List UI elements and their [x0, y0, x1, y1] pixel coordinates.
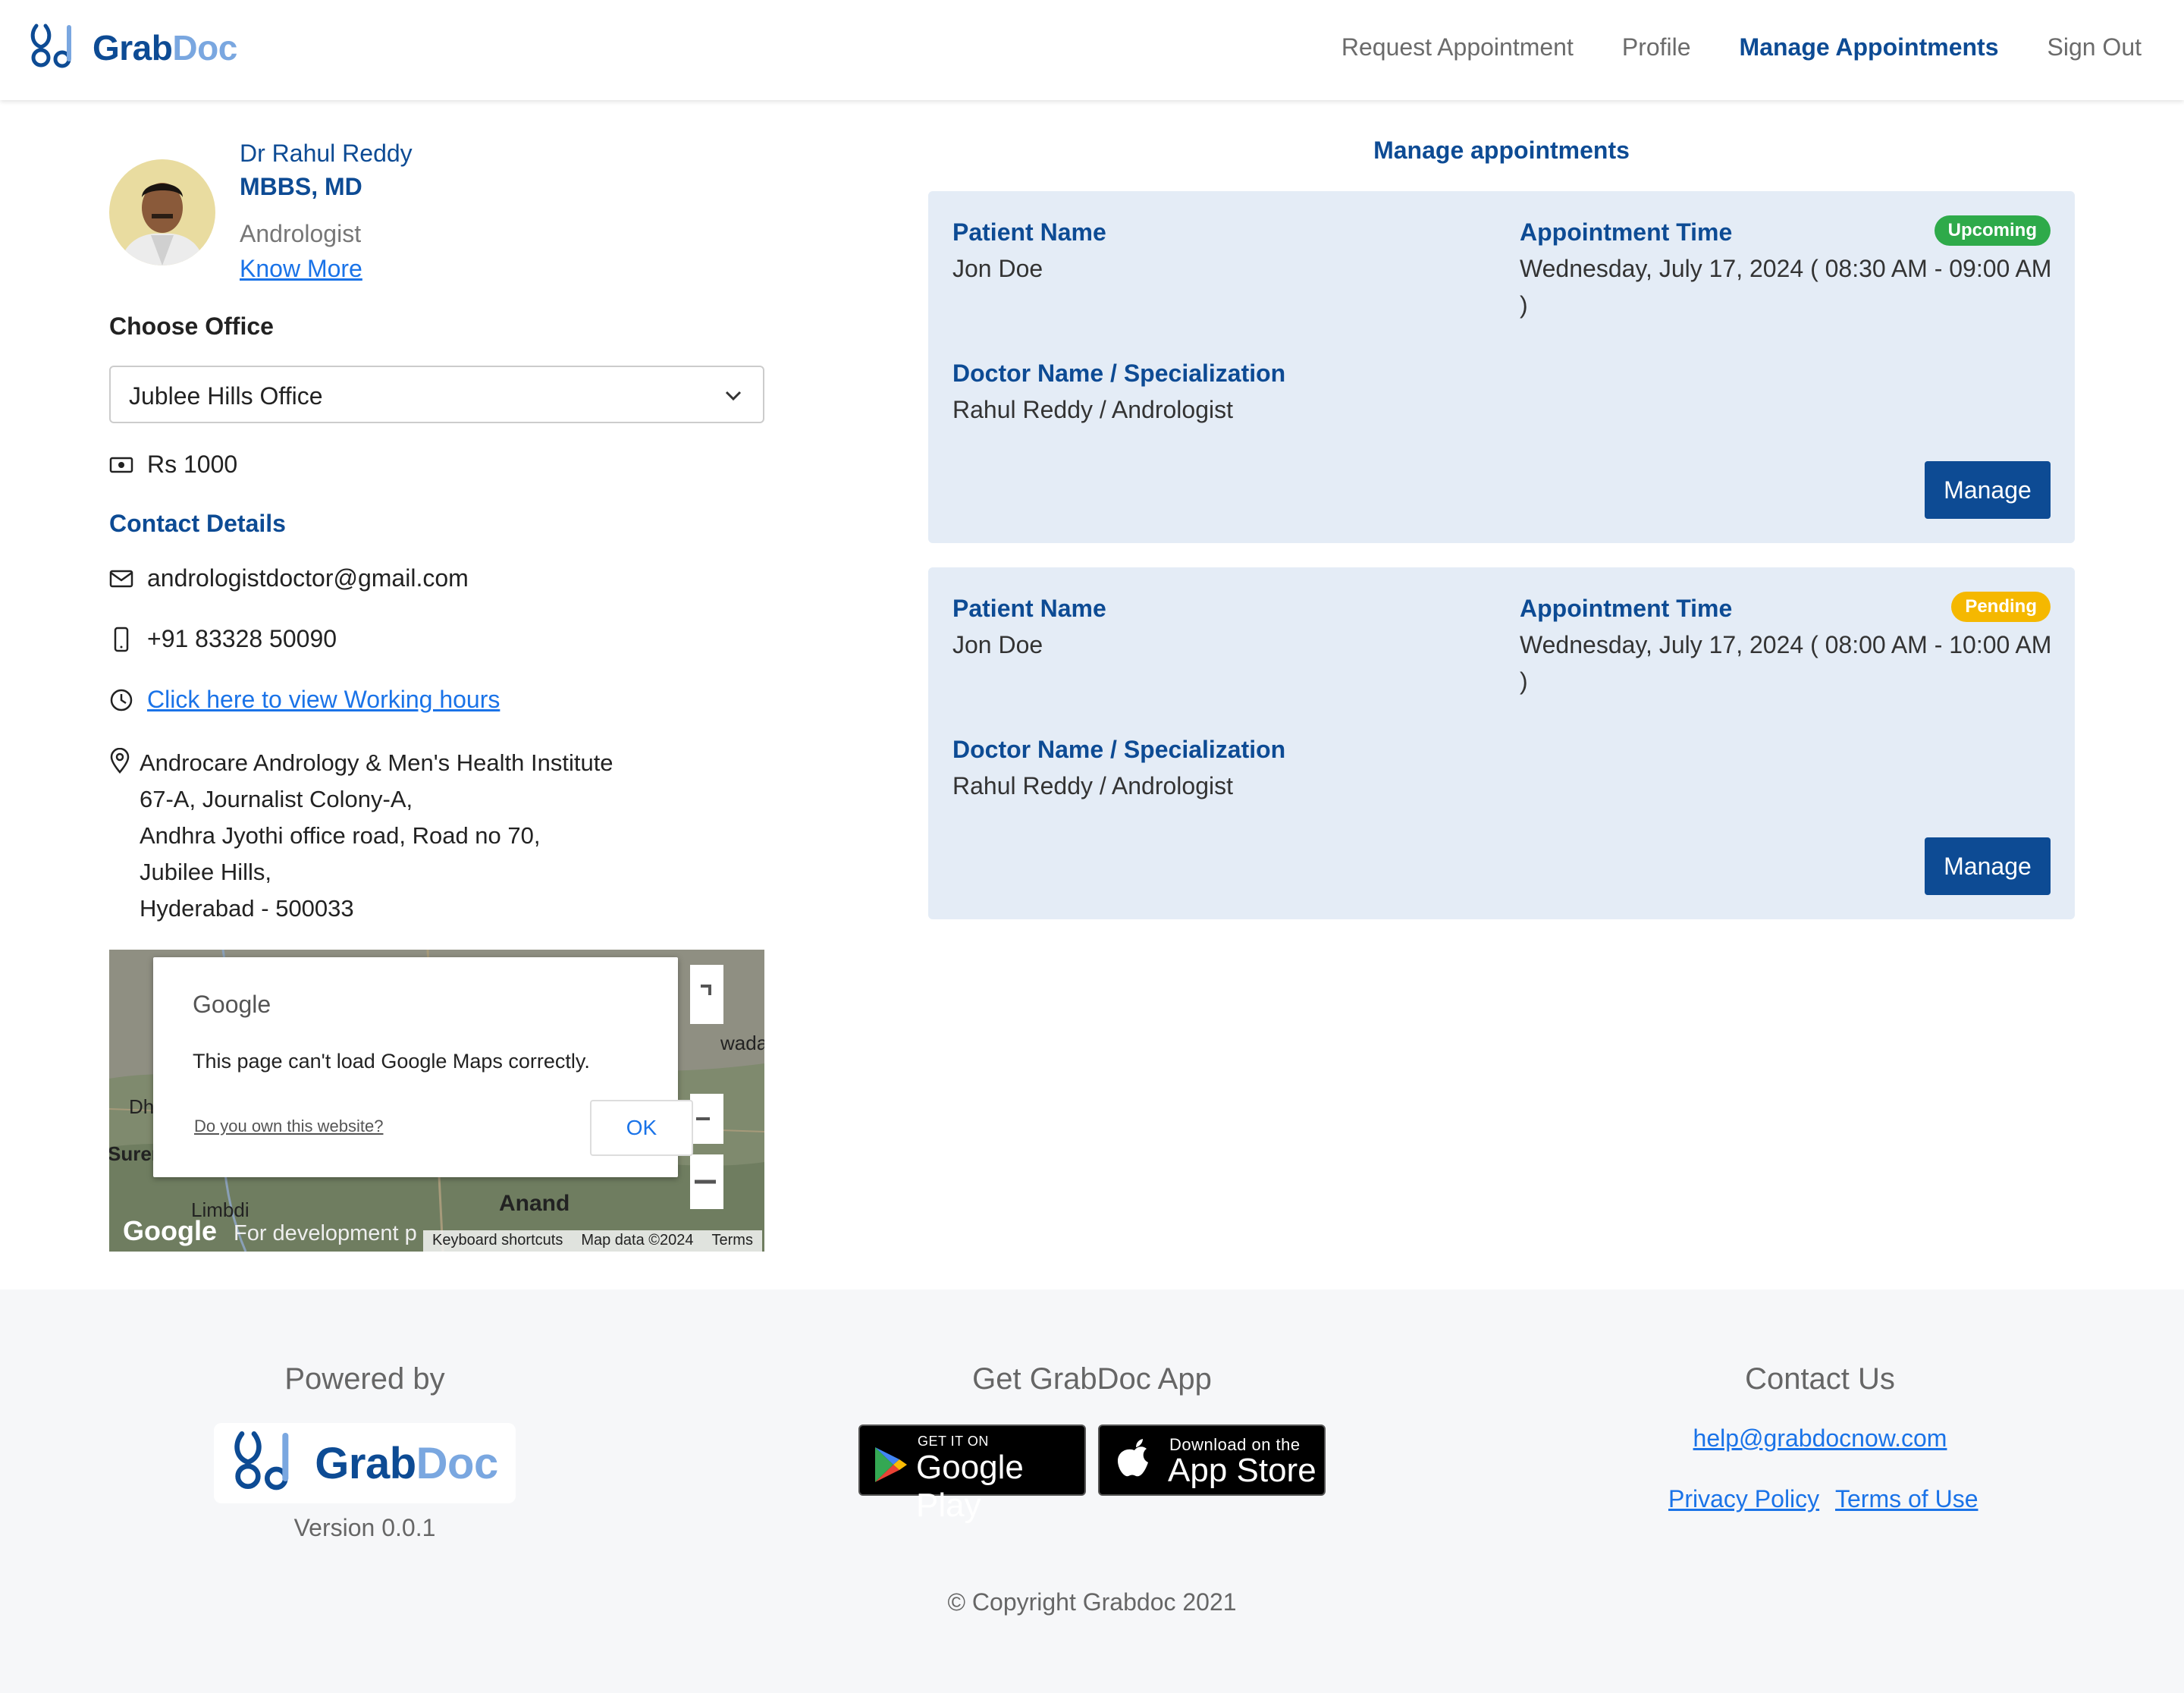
map-error-dialog: Google This page can't load Google Maps …: [153, 957, 693, 1177]
map-place-label: Dh: [129, 1095, 155, 1118]
know-more-link[interactable]: Know More: [240, 255, 362, 283]
chevron-down-icon: [725, 391, 742, 401]
doctor-specialization-label: Doctor Name / Specialization: [952, 360, 1286, 387]
terms-of-use-link[interactable]: Terms of Use: [1835, 1485, 1978, 1513]
patient-name-label: Patient Name: [952, 218, 1106, 246]
working-hours-row: Click here to view Working hours: [109, 686, 500, 714]
nav-sign-out[interactable]: Sign Out: [2047, 33, 2142, 61]
dialog-google-brand: Google: [193, 991, 271, 1018]
cash-icon: [109, 457, 133, 473]
doctor-specialization: Andrologist: [240, 220, 362, 247]
choose-office-label: Choose Office: [109, 313, 274, 340]
manage-button[interactable]: Manage: [1925, 837, 2051, 895]
nav-manage-appointments[interactable]: Manage Appointments: [1740, 33, 1999, 61]
appointment-time-label: Appointment Time: [1520, 595, 1733, 622]
map-zoom-in-button[interactable]: [690, 1094, 723, 1144]
dialog-ok-button[interactable]: OK: [590, 1100, 693, 1156]
patient-name: Jon Doe: [952, 631, 1043, 658]
contact-email-link[interactable]: help@grabdocnow.com: [1668, 1424, 1972, 1453]
map-place-label: Anand: [499, 1191, 570, 1216]
working-hours-link[interactable]: Click here to view Working hours: [147, 686, 500, 714]
location-pin-icon: [110, 748, 130, 774]
map-footer-bar: Keyboard shortcuts Map data ©2024 Terms: [423, 1230, 762, 1252]
office-select[interactable]: Jublee Hills Office: [109, 366, 764, 423]
manage-appointments-title: Manage appointments: [1373, 137, 1630, 164]
doctor-email: andrologistdoctor@gmail.com: [147, 564, 469, 592]
contact-details-title: Contact Details: [109, 510, 286, 537]
get-app-title: Get GrabDoc App: [972, 1362, 1212, 1396]
phone-row: +91 83328 50090: [109, 625, 337, 653]
fullscreen-icon: [701, 985, 711, 995]
doctor-specialization-value: Rahul Reddy / Andrologist: [952, 396, 1233, 423]
nav-request-appointment[interactable]: Request Appointment: [1341, 33, 1574, 61]
map-terms-link[interactable]: Terms: [712, 1232, 753, 1250]
appointment-card: Patient Name Jon Doe Appointment Time We…: [928, 191, 2075, 543]
office-select-value: Jublee Hills Office: [129, 382, 323, 410]
app-version: Version 0.0.1: [293, 1514, 436, 1541]
minus-icon: [695, 1179, 716, 1184]
patient-name-label: Patient Name: [952, 595, 1106, 622]
google-watermark: Google: [123, 1215, 217, 1246]
google-play-icon: [875, 1447, 907, 1482]
address-line: Hyderabad - 500033: [140, 895, 354, 922]
clock-icon: [110, 689, 133, 711]
map-place-label: wada: [720, 1032, 764, 1054]
app-store-badge[interactable]: Download on the App Store: [1098, 1424, 1326, 1496]
address-line: Androcare Andrology & Men's Health Insti…: [140, 749, 613, 776]
plus-icon: [696, 1117, 710, 1120]
doctor-degree: MBBS, MD: [240, 173, 362, 200]
dialog-message: This page can't load Google Maps correct…: [193, 1050, 590, 1073]
appointment-time-label: Appointment Time: [1520, 218, 1733, 246]
phone-icon: [114, 627, 129, 652]
patient-name: Jon Doe: [952, 255, 1043, 282]
top-navbar: GrabDoc Request Appointment Profile Mana…: [0, 0, 2184, 100]
privacy-policy-link[interactable]: Privacy Policy: [1668, 1485, 1819, 1513]
map-data-text: Map data ©2024: [581, 1232, 694, 1249]
footer-logo-text: GrabDoc: [315, 1438, 498, 1488]
doctor-specialization-value: Rahul Reddy / Andrologist: [952, 772, 1233, 799]
map-dev-text: For development p: [234, 1221, 417, 1245]
contact-us-title: Contact Us: [1745, 1362, 1895, 1396]
map-zoom-out-button[interactable]: [690, 1154, 723, 1209]
appointment-card: Patient Name Jon Doe Appointment Time We…: [928, 567, 2075, 919]
status-badge: Pending: [1951, 592, 2051, 622]
keyboard-shortcuts-link[interactable]: Keyboard shortcuts: [432, 1232, 563, 1250]
stethoscope-logo-icon: [30, 24, 71, 68]
doctor-specialization-label: Doctor Name / Specialization: [952, 736, 1286, 763]
apple-icon: [1118, 1439, 1148, 1477]
google-play-badge[interactable]: GET IT ON Google Play: [858, 1424, 1086, 1524]
stethoscope-logo-icon: [234, 1431, 289, 1490]
envelope-icon: [109, 570, 133, 587]
address-line: Jubilee Hills,: [140, 859, 272, 885]
powered-by-title: Powered by: [284, 1362, 445, 1396]
page-footer: Powered by GrabDoc Version 0.0.1 Get Gra…: [0, 1289, 2184, 1693]
own-website-link[interactable]: Do you own this website?: [194, 1117, 383, 1136]
copyright-text: © Copyright Grabdoc 2021: [947, 1588, 1237, 1616]
doctor-phone: +91 83328 50090: [147, 625, 337, 652]
doctor-avatar: [109, 159, 215, 265]
email-row: andrologistdoctor@gmail.com: [109, 564, 469, 592]
status-badge: Upcoming: [1934, 215, 2051, 246]
appointment-time: Wednesday, July 17, 2024 ( 08:00 AM - 10…: [1520, 631, 2052, 695]
footer-grabdoc-logo: GrabDoc: [214, 1423, 516, 1503]
appointment-time: Wednesday, July 17, 2024 ( 08:30 AM - 09…: [1520, 255, 2052, 319]
main-nav: Request Appointment Profile Manage Appoi…: [1341, 33, 2142, 61]
consultation-fee: Rs 1000: [147, 451, 238, 478]
doctor-name: Dr Rahul Reddy: [240, 140, 413, 167]
map-fullscreen-button[interactable]: [690, 965, 723, 1024]
fee-row: Rs 1000: [109, 451, 237, 479]
grabdoc-logo[interactable]: GrabDoc: [29, 23, 237, 73]
address-line: Andhra Jyothi office road, Road no 70,: [140, 822, 541, 849]
manage-button[interactable]: Manage: [1925, 461, 2051, 519]
nav-profile[interactable]: Profile: [1622, 33, 1691, 61]
google-map[interactable]: Suren Dh wada Limbdi Anand Google For de…: [109, 950, 764, 1252]
address-line: 67-A, Journalist Colony-A,: [140, 786, 413, 812]
logo-text: GrabDoc: [93, 28, 237, 68]
